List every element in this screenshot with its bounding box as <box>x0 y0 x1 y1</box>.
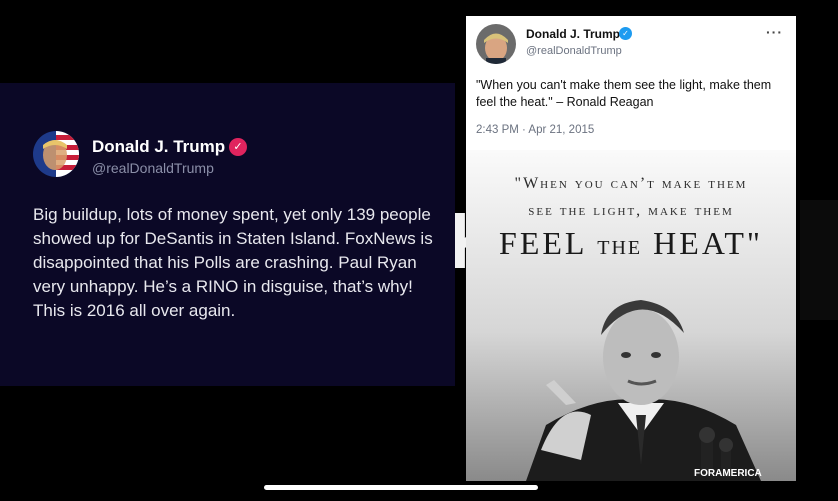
quote-line-3: FEEL THE HEAT" <box>466 225 796 262</box>
tweet-text: "When you can't make them see the light,… <box>476 78 772 109</box>
verified-check-icon: ✓ <box>619 27 632 40</box>
background-panel <box>800 200 838 320</box>
more-options-icon[interactable]: ··· <box>766 24 783 40</box>
quote-word-feel: FEEL <box>499 225 587 261</box>
quote-word-the: THE <box>597 237 643 259</box>
verified-check-icon: ✓ <box>229 138 247 156</box>
home-indicator[interactable] <box>264 485 538 490</box>
user-handle[interactable]: @realDonaldTrump <box>92 160 214 176</box>
quote-line-2: see the light, make them <box>528 202 734 219</box>
watermark-logo: FORAMERICA <box>694 468 762 479</box>
reagan-portrait-image <box>526 300 761 481</box>
display-name[interactable]: Donald J. Trump <box>92 137 225 157</box>
user-handle[interactable]: @realDonaldTrump <box>526 45 622 57</box>
left-tweet-content: Donald J. Trump ✓ @realDonaldTrump Big b… <box>0 0 455 501</box>
avatar[interactable] <box>33 131 79 177</box>
quote-image[interactable]: "When you can’t make them see the light,… <box>466 150 796 481</box>
avatar[interactable] <box>476 24 516 64</box>
tweet-timestamp[interactable]: 2:43 PM · Apr 21, 2015 <box>476 124 594 136</box>
quote-line-1: "When you can’t make them <box>514 175 748 192</box>
right-tweet-card: Donald J. Trump ✓ @realDonaldTrump ··· "… <box>466 16 796 481</box>
quote-word-heat: HEAT" <box>653 225 763 261</box>
display-name[interactable]: Donald J. Trump <box>526 27 620 41</box>
tweet-text: Big buildup, lots of money spent, yet on… <box>33 205 433 320</box>
